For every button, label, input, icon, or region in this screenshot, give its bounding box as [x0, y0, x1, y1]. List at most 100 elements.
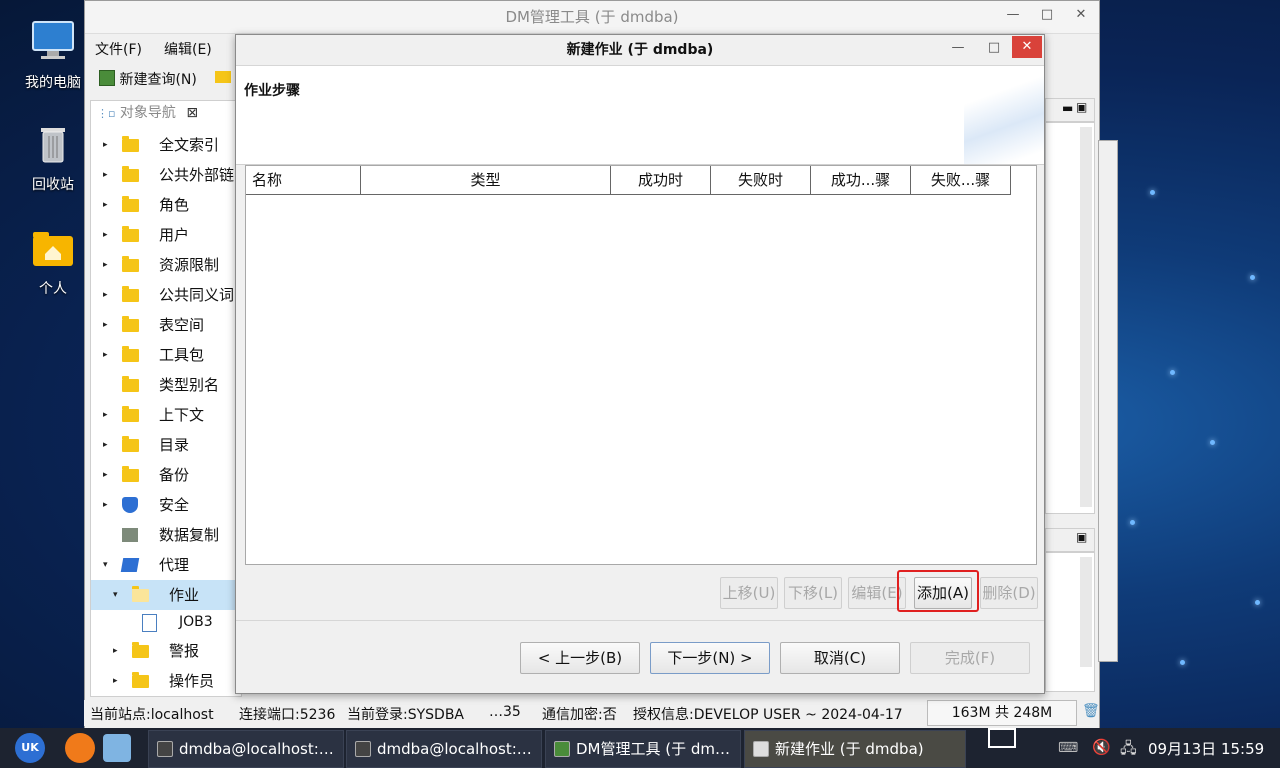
- collapsed-arrow-icon[interactable]: ▸: [103, 490, 108, 520]
- replication-icon: [122, 528, 138, 542]
- close-tab-icon[interactable]: ⊠: [186, 105, 198, 121]
- firefox-icon[interactable]: [65, 733, 95, 763]
- keyboard-icon[interactable]: ⌨: [1058, 740, 1078, 756]
- tree-item[interactable]: ▸ 安全: [91, 490, 241, 520]
- tree-item[interactable]: ▸ 公共同义词: [91, 280, 241, 310]
- col-success-step[interactable]: 成功...骤: [811, 166, 911, 195]
- tree-item-label: 目录: [159, 436, 190, 454]
- status-site: 当前站点:localhost: [90, 707, 214, 723]
- right-scrollbar[interactable]: [1080, 127, 1092, 507]
- minimize-panel-icon[interactable]: ▬: [1062, 101, 1073, 115]
- collapsed-arrow-icon[interactable]: ▸: [103, 250, 108, 280]
- memory-indicator[interactable]: 163M 共 248M: [927, 700, 1077, 726]
- expand-arrow-icon[interactable]: ▾: [113, 580, 118, 610]
- dialog-minimize-button[interactable]: —: [948, 40, 968, 56]
- desktop-icon-trash[interactable]: 回收站: [13, 120, 93, 194]
- tree-item-label: 操作员: [169, 672, 215, 690]
- tree-item[interactable]: ▸ 全文索引: [91, 130, 241, 160]
- minimize-button[interactable]: —: [1003, 7, 1023, 23]
- collapsed-arrow-icon[interactable]: ▸: [103, 400, 108, 430]
- collapsed-arrow-icon[interactable]: ▸: [103, 220, 108, 250]
- finish-button[interactable]: 完成(F): [910, 642, 1030, 674]
- collapsed-arrow-icon[interactable]: ▸: [103, 280, 108, 310]
- status-encrypt: 通信加密:否: [542, 707, 617, 723]
- right-panel: [1045, 122, 1095, 514]
- move-down-button[interactable]: 下移(L): [784, 577, 842, 609]
- next-button[interactable]: 下一步(N) >: [650, 642, 770, 674]
- tree-item-label: 作业: [169, 586, 200, 604]
- tree-item[interactable]: JOB3: [91, 607, 241, 637]
- cancel-button[interactable]: 取消(C): [780, 642, 900, 674]
- dialog-close-button[interactable]: ✕: [1012, 36, 1042, 58]
- collapsed-arrow-icon[interactable]: ▸: [103, 310, 108, 340]
- delete-button[interactable]: 删除(D): [980, 577, 1038, 609]
- tree-item-label: 类型别名: [159, 376, 220, 394]
- desktop-icon-label: 个人: [39, 281, 67, 297]
- collapsed-arrow-icon[interactable]: ▸: [103, 190, 108, 220]
- collapsed-arrow-icon[interactable]: ▸: [103, 130, 108, 160]
- open-folder-icon[interactable]: [215, 71, 231, 83]
- job-steps-table[interactable]: 名称 类型 成功时 失败时 成功...骤 失败...骤: [245, 165, 1037, 565]
- tree-item[interactable]: ▸ 用户: [91, 220, 241, 250]
- tree-item[interactable]: 数据复制: [91, 520, 241, 550]
- move-up-button[interactable]: 上移(U): [720, 577, 778, 609]
- tree-item[interactable]: ▾ 代理: [91, 550, 241, 580]
- task-terminal-1[interactable]: dmdba@localhost:…: [148, 730, 344, 768]
- collapsed-arrow-icon[interactable]: ▸: [103, 430, 108, 460]
- menu-file[interactable]: 文件(F): [95, 39, 142, 59]
- col-type[interactable]: 类型: [361, 166, 611, 195]
- collapsed-arrow-icon[interactable]: ▸: [103, 460, 108, 490]
- menu-edit[interactable]: 编辑(E): [164, 39, 212, 59]
- collapsed-arrow-icon[interactable]: ▸: [103, 340, 108, 370]
- step-title: 作业步骤: [244, 83, 300, 99]
- clock[interactable]: 09月13日 15:59: [1148, 738, 1264, 759]
- task-dm-manager[interactable]: DM管理工具 (于 dm…: [545, 730, 741, 768]
- prev-button[interactable]: < 上一步(B): [520, 642, 640, 674]
- tree-item[interactable]: ▸ 目录: [91, 430, 241, 460]
- maximize-panel-icon[interactable]: ▣: [1076, 530, 1087, 544]
- col-failure-step[interactable]: 失败...骤: [911, 166, 1011, 195]
- col-name[interactable]: 名称: [246, 166, 361, 195]
- tree-item[interactable]: ▸ 公共外部链: [91, 160, 241, 190]
- maximize-panel-icon[interactable]: ▣: [1076, 100, 1087, 114]
- gc-trash-icon[interactable]: 🗑: [1082, 703, 1100, 719]
- file-manager-icon[interactable]: [103, 734, 131, 762]
- start-menu-icon[interactable]: UK: [15, 733, 45, 763]
- tree-item[interactable]: ▸ 表空间: [91, 310, 241, 340]
- desktop-icon-home[interactable]: 个人: [13, 224, 93, 298]
- window-title: DM管理工具 (于 dmdba): [85, 1, 1099, 34]
- close-button[interactable]: ✕: [1071, 7, 1091, 23]
- collapsed-arrow-icon[interactable]: ▸: [103, 160, 108, 190]
- col-on-failure[interactable]: 失败时: [711, 166, 811, 195]
- tree-item-label: 工具包: [159, 346, 205, 364]
- tree-item-label: 警报: [169, 642, 200, 660]
- dialog-maximize-button[interactable]: □: [984, 40, 1004, 56]
- home-folder-icon: [29, 224, 77, 272]
- task-terminal-2[interactable]: dmdba@localhost:…: [346, 730, 542, 768]
- task-label: DM管理工具 (于 dm…: [576, 740, 731, 758]
- tree-item[interactable]: ▾ 作业: [91, 580, 241, 610]
- tree-item[interactable]: ▸ 警报: [91, 636, 241, 666]
- mute-icon[interactable]: 🔇: [1092, 738, 1111, 756]
- nav-tab[interactable]: ⋮▫ 对象导航 ⊠: [91, 101, 237, 125]
- col-on-success[interactable]: 成功时: [611, 166, 711, 195]
- task-new-job[interactable]: 新建作业 (于 dmdba): [744, 730, 966, 768]
- folder-icon: [122, 316, 139, 332]
- status-ellipsis: …35: [489, 704, 521, 720]
- collapsed-arrow-icon[interactable]: ▸: [113, 636, 118, 666]
- tree-item[interactable]: ▸ 角色: [91, 190, 241, 220]
- desktop-icon-computer[interactable]: 我的电脑: [13, 18, 93, 92]
- collapsed-arrow-icon[interactable]: ▸: [113, 666, 118, 696]
- new-query-button[interactable]: 新建查询(N): [99, 69, 197, 89]
- expand-arrow-icon[interactable]: ▾: [103, 550, 108, 580]
- right-scrollbar-2[interactable]: [1080, 557, 1092, 667]
- tree-item[interactable]: ▸ 上下文: [91, 400, 241, 430]
- tree-item[interactable]: ▸ 资源限制: [91, 250, 241, 280]
- tree-item[interactable]: ▸ 操作员: [91, 666, 241, 696]
- tree-item[interactable]: ▸ 备份: [91, 460, 241, 490]
- show-desktop-icon[interactable]: [988, 728, 1016, 748]
- maximize-button[interactable]: □: [1037, 7, 1057, 23]
- tree-item[interactable]: 类型别名: [91, 370, 241, 400]
- tree-item[interactable]: ▸ 工具包: [91, 340, 241, 370]
- network-icon[interactable]: 🖧: [1120, 738, 1137, 763]
